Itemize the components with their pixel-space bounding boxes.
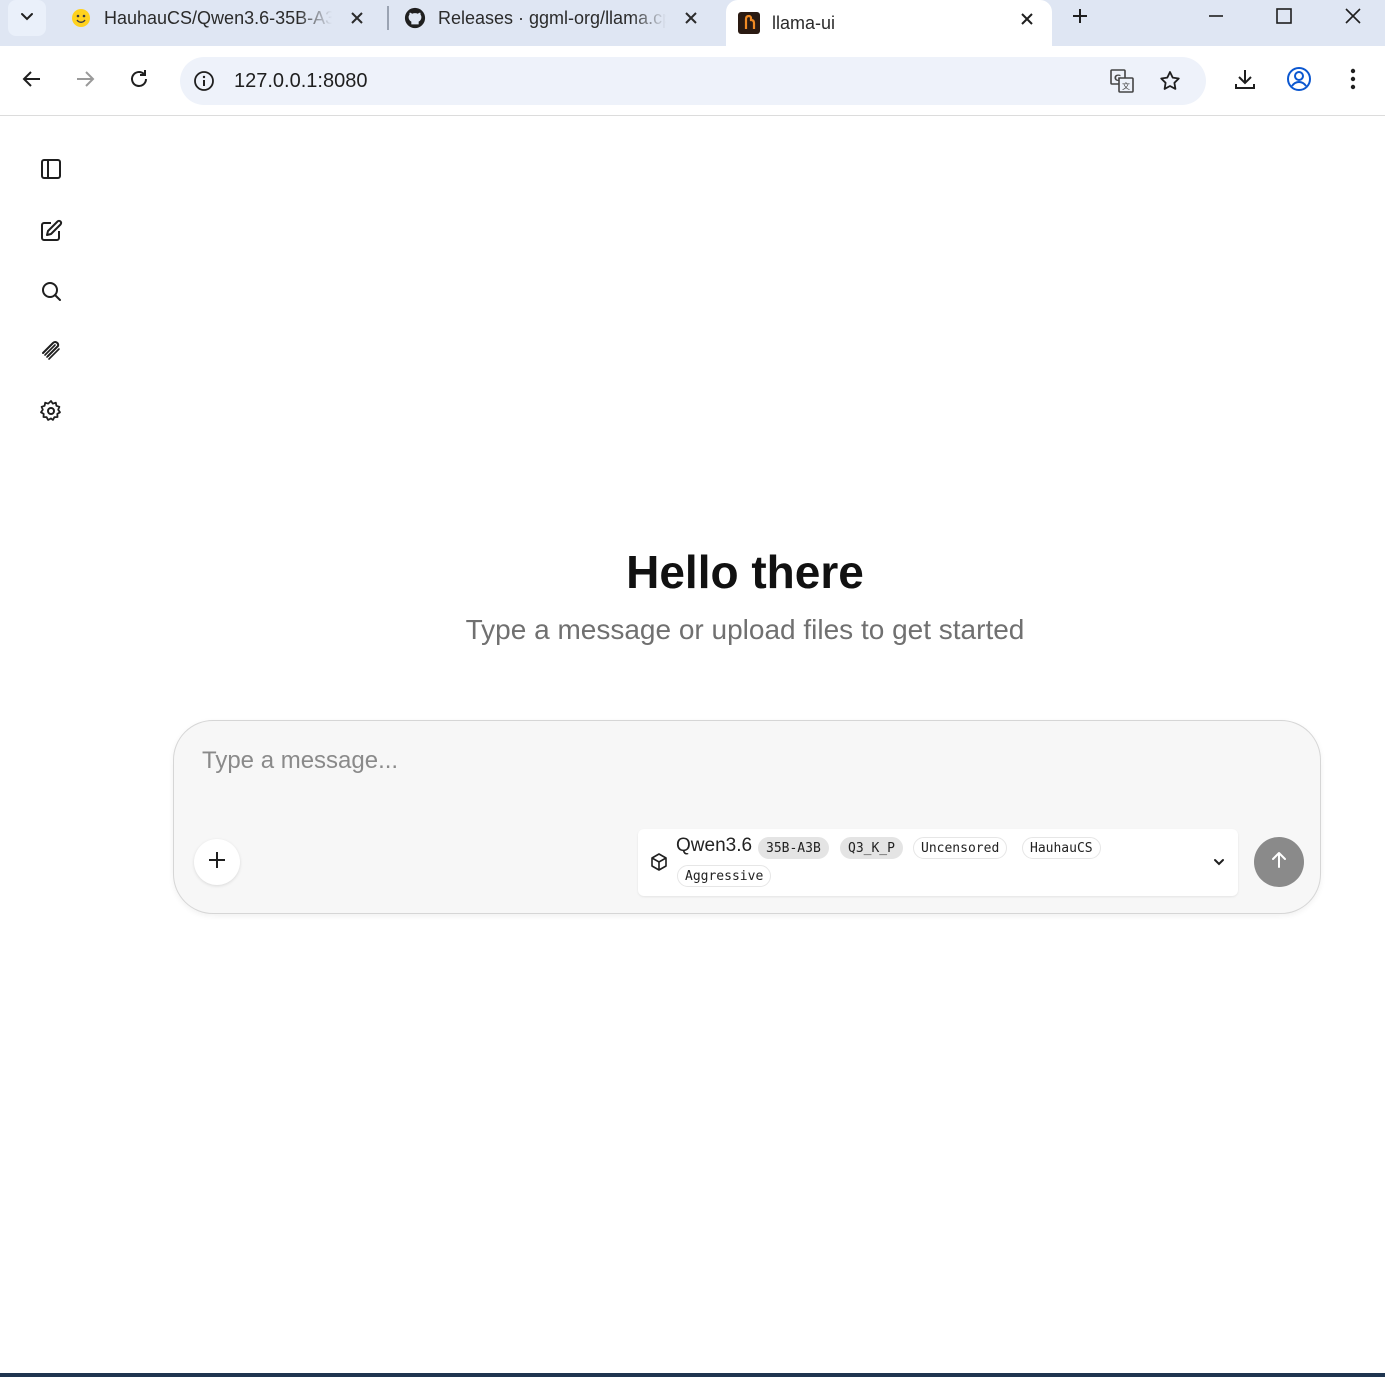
close-icon[interactable] — [1014, 6, 1040, 32]
chat-composer: Qwen3.6 35B-A3B Q3_K_P Uncensored Hauhau… — [173, 720, 1321, 914]
browser-toolbar: 127.0.0.1:8080 G文 — [0, 46, 1385, 116]
model-tag: Aggressive — [677, 865, 772, 887]
model-selector[interactable]: Qwen3.6 35B-A3B Q3_K_P Uncensored Hauhau… — [638, 829, 1238, 896]
site-info-icon[interactable] — [192, 69, 216, 93]
settings-button[interactable] — [34, 396, 68, 430]
tab-huggingface[interactable]: HauhauCS/Qwen3.6-35B-A3B — [70, 0, 370, 36]
tab-title: llama-ui — [772, 12, 836, 33]
reload-button[interactable] — [121, 63, 157, 99]
tab-github[interactable]: Releases · ggml-org/llama.cpp — [404, 0, 704, 36]
panel-toggle-icon — [39, 157, 63, 186]
browser-menu-button[interactable] — [1335, 63, 1371, 99]
page-subtitle: Type a message or upload files to get st… — [465, 614, 1025, 645]
url-text: 127.0.0.1:8080 — [234, 70, 368, 92]
model-tag: 35B-A3B — [758, 837, 829, 859]
close-icon — [1344, 7, 1362, 30]
sidebar-toggle-button[interactable] — [34, 154, 68, 188]
new-tab-button[interactable] — [1066, 4, 1094, 32]
tab-search-button[interactable] — [8, 0, 46, 36]
github-icon — [404, 7, 426, 29]
translate-icon[interactable]: G文 — [1108, 67, 1136, 95]
window-bottom-edge — [0, 1373, 1385, 1377]
arrow-left-icon — [21, 68, 43, 95]
tab-strip: HauhauCS/Qwen3.6-35B-A3B Releases · ggml… — [0, 0, 1385, 46]
download-icon — [1233, 67, 1257, 96]
search-icon — [39, 279, 63, 308]
star-icon[interactable] — [1156, 67, 1184, 95]
maximize-button[interactable] — [1264, 2, 1304, 34]
tab-llama-ui[interactable]: llama-ui — [726, 0, 1052, 46]
arrow-right-icon — [74, 68, 96, 95]
model-tag: HauhauCS — [1022, 837, 1101, 859]
close-window-button[interactable] — [1333, 2, 1373, 34]
chevron-down-icon — [19, 8, 35, 29]
sidebar — [0, 117, 100, 1377]
attachments-icon — [39, 339, 63, 368]
account-icon — [1286, 66, 1312, 97]
model-name: Qwen3.6 — [676, 835, 753, 856]
add-attachment-button[interactable] — [194, 839, 240, 885]
new-chat-icon — [39, 219, 63, 248]
attachments-button[interactable] — [34, 336, 68, 370]
model-tag: Uncensored — [913, 837, 1008, 859]
close-icon[interactable] — [678, 5, 704, 31]
page-title: Hello there — [626, 546, 864, 598]
tab-separator — [387, 6, 389, 30]
chevron-down-icon — [1208, 851, 1230, 873]
tab-title: HauhauCS/Qwen3.6-35B-A3B — [104, 7, 332, 28]
back-button[interactable] — [14, 63, 50, 99]
plus-icon — [208, 851, 226, 874]
minimize-icon — [1207, 7, 1225, 30]
forward-button[interactable] — [67, 63, 103, 99]
hugging-face-emoji-icon — [70, 7, 92, 29]
svg-text:文: 文 — [1122, 81, 1130, 91]
address-bar[interactable]: 127.0.0.1:8080 G文 — [180, 57, 1206, 105]
send-button[interactable] — [1254, 837, 1304, 887]
settings-icon — [39, 399, 63, 428]
close-icon[interactable] — [344, 5, 370, 31]
plus-icon — [1071, 7, 1089, 30]
llama-icon — [738, 12, 760, 34]
minimize-button[interactable] — [1196, 2, 1236, 34]
box-icon — [648, 851, 670, 873]
new-chat-button[interactable] — [34, 216, 68, 250]
downloads-button[interactable] — [1227, 63, 1263, 99]
arrow-up-icon — [1269, 850, 1289, 875]
maximize-icon — [1275, 7, 1293, 30]
model-tag: Q3_K_P — [840, 837, 903, 859]
more-vertical-icon — [1350, 68, 1356, 95]
search-button[interactable] — [34, 276, 68, 310]
tab-title: Releases · ggml-org/llama.cpp — [438, 7, 666, 28]
profile-button[interactable] — [1281, 63, 1317, 99]
message-input[interactable] — [202, 741, 1282, 781]
reload-icon — [128, 68, 150, 95]
